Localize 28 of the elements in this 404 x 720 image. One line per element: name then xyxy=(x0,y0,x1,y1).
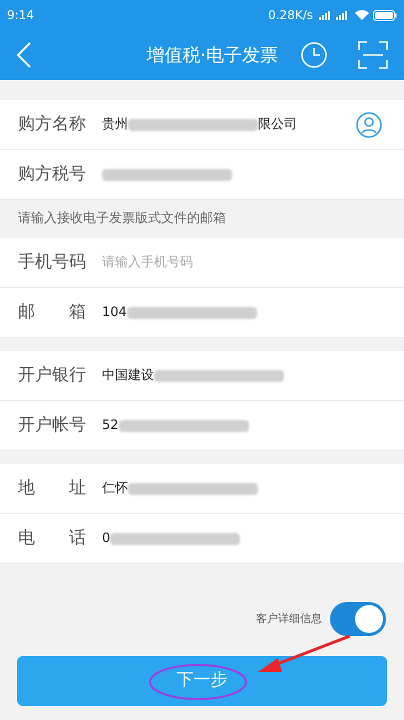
field-value: 52 xyxy=(102,416,119,435)
field-value: 仁怀 xyxy=(102,480,128,498)
field-label: 邮 箱 xyxy=(18,300,87,324)
field-label: 购方税号 xyxy=(18,162,87,186)
toggle-switch[interactable] xyxy=(330,602,386,636)
phone-field[interactable]: 手机号码 请输入手机号码 xyxy=(0,238,404,288)
notice-text: 请输入接收电子发票版式文件的邮箱 xyxy=(18,210,226,228)
field-label: 手机号码 xyxy=(18,250,87,274)
field-label: 开户帐号 xyxy=(18,414,87,437)
wifi-icon xyxy=(355,10,369,20)
field-label: 电 话 xyxy=(18,526,87,550)
field-value: 贵州 xyxy=(102,116,128,134)
field-value: 限公司 xyxy=(258,116,297,134)
network-speed: 0.28K/s xyxy=(268,7,313,24)
battery-icon xyxy=(373,10,397,20)
clock-time: 9:14 xyxy=(7,7,34,24)
page-title: 增值税·电子发票 xyxy=(146,44,278,68)
field-value: 中国建设 xyxy=(102,366,154,385)
field-value: 0 xyxy=(102,530,110,548)
back-icon[interactable] xyxy=(16,42,32,68)
field-label: 购方名称 xyxy=(18,112,87,136)
field-label: 地 址 xyxy=(18,476,87,500)
scan-icon[interactable] xyxy=(358,41,388,69)
field-value: 104 xyxy=(102,304,127,322)
toggle-label: 客户详细信息 xyxy=(256,610,322,627)
person-icon[interactable] xyxy=(356,112,382,138)
field-label: 开户银行 xyxy=(18,364,87,387)
clock-icon[interactable] xyxy=(300,41,328,69)
